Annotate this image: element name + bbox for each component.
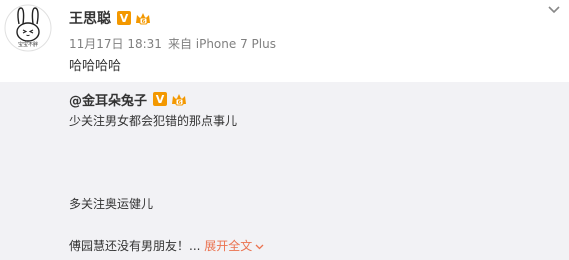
svg-text:6: 6 bbox=[142, 19, 146, 25]
expand-full-text-label[interactable]: 展开全文 bbox=[204, 239, 252, 253]
expand-chevron-icon[interactable] bbox=[255, 244, 264, 250]
chevron-down-icon[interactable] bbox=[547, 5, 561, 15]
repost-text-line-1: 少关注男女都会犯错的那点事儿 bbox=[69, 114, 238, 128]
repost-text-line-3-body: 傅园慧还没有男朋友！... bbox=[69, 239, 201, 253]
repost-text-line-3: 傅园慧还没有男朋友！... 展开全文 bbox=[69, 237, 264, 254]
repost-author-name[interactable]: @金耳朵兔子 bbox=[69, 90, 147, 109]
repost-vip-crown-icon[interactable]: 6 bbox=[170, 91, 188, 107]
verified-v-icon[interactable]: V bbox=[117, 11, 131, 25]
svg-text:6: 6 bbox=[178, 100, 182, 106]
repost-header: @金耳朵兔子 V 6 bbox=[69, 90, 188, 109]
post-header: 王思聪 V 6 bbox=[69, 8, 152, 28]
avatar-caption: 宝宝不胖 bbox=[17, 42, 38, 48]
repost-text-line-2: 多关注奥运健儿 bbox=[69, 197, 154, 211]
vip-crown-icon[interactable]: 6 bbox=[134, 10, 152, 26]
repost-card: @金耳朵兔子 V 6 少关注男女都会犯错的那点事儿 多关注奥运健儿 傅园慧还没有… bbox=[0, 82, 569, 260]
repost-verified-v-icon[interactable]: V bbox=[153, 92, 168, 106]
post-timestamp[interactable]: 11月17日 18:31 bbox=[69, 37, 162, 51]
post-source: 来自 iPhone 7 Plus bbox=[167, 37, 276, 51]
author-name[interactable]: 王思聪 bbox=[69, 8, 111, 28]
post-meta: 11月17日 18:31 来自 iPhone 7 Plus bbox=[69, 35, 276, 52]
expand-full-text-link[interactable]: 展开全文 bbox=[204, 239, 264, 253]
post-text: 哈哈哈哈 bbox=[69, 59, 122, 74]
avatar[interactable]: 宝宝不胖 bbox=[4, 4, 52, 52]
